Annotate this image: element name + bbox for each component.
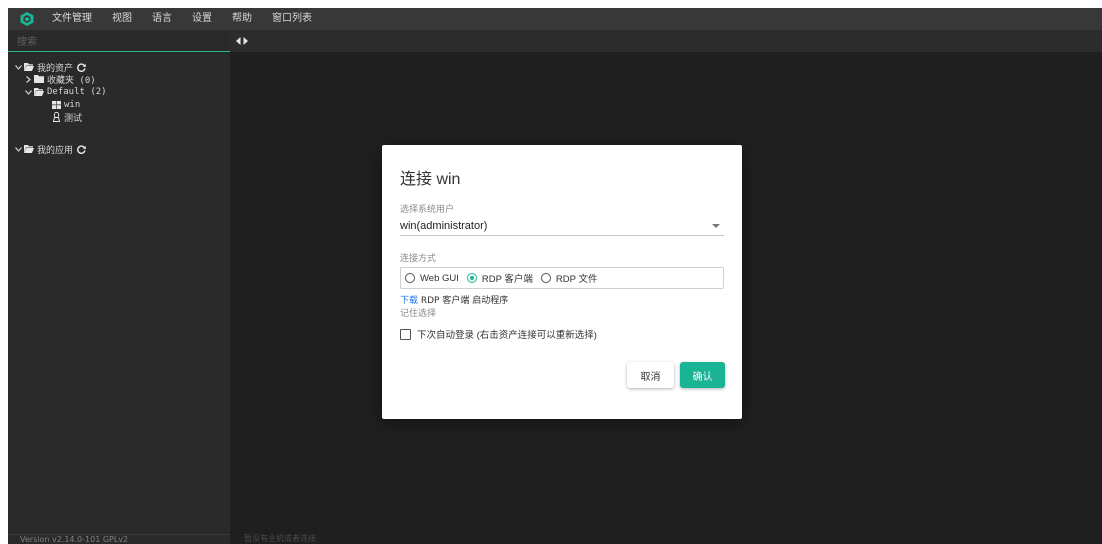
download-hint: 下载 RDP 客户端 启动程序 bbox=[400, 293, 508, 306]
cancel-button[interactable]: 取消 bbox=[627, 362, 674, 388]
refresh-icon[interactable] bbox=[77, 62, 86, 72]
method-label-rdp-client: RDP 客户端 bbox=[481, 274, 533, 285]
tree-label-test: 测试 bbox=[64, 113, 83, 124]
method-label-rdp-file: RDP 文件 bbox=[555, 274, 598, 285]
tree-label-win: win bbox=[64, 100, 81, 110]
dialog-title: 连接 win bbox=[400, 171, 461, 188]
jumpserver-logo-icon[interactable] bbox=[16, 8, 38, 30]
menu-help[interactable]: 帮助 bbox=[232, 8, 252, 30]
chevron-right-icon[interactable] bbox=[24, 75, 32, 83]
connect-method-label: 连接方式 bbox=[400, 254, 437, 264]
folder-open-icon bbox=[24, 63, 34, 71]
tree-label-favorites: 收藏夹 (0) bbox=[47, 75, 96, 86]
folder-open-icon bbox=[34, 88, 44, 96]
radio-rdp-file[interactable] bbox=[540, 273, 551, 283]
linux-icon bbox=[52, 112, 61, 122]
system-user-label: 选择系统用户 bbox=[400, 205, 455, 215]
folder-icon bbox=[34, 75, 44, 83]
tree-asset-win[interactable]: win bbox=[52, 99, 80, 111]
tree-asset-test[interactable]: 测试 bbox=[52, 111, 83, 124]
method-label-web-gui: Web GUI bbox=[420, 272, 459, 284]
version-footer: Version v2.14.0-101 GPLv2 bbox=[8, 534, 230, 544]
download-link[interactable]: 下载 bbox=[400, 296, 418, 306]
tree-node-favorites[interactable]: 收藏夹 (0) bbox=[24, 73, 96, 86]
method-option-rdp-file[interactable]: RDP 文件 bbox=[540, 271, 598, 285]
menu-view[interactable]: 视图 bbox=[112, 8, 132, 30]
method-option-rdp-client[interactable]: RDP 客户端 bbox=[466, 271, 533, 285]
menu-settings[interactable]: 设置 bbox=[192, 8, 212, 30]
caret-down-icon bbox=[712, 223, 720, 228]
tree-node-my-apps[interactable]: 我的应用 bbox=[14, 143, 86, 156]
menu-file-management[interactable]: 文件管理 bbox=[52, 8, 92, 30]
chevron-down-icon[interactable] bbox=[24, 89, 32, 95]
windows-icon bbox=[52, 101, 61, 109]
download-hint-text: RDP 客户端 启动程序 bbox=[418, 296, 509, 306]
tree-label-default: Default (2) bbox=[47, 87, 107, 97]
chevron-down-icon[interactable] bbox=[14, 146, 22, 152]
menu-window-list[interactable]: 窗口列表 bbox=[272, 8, 312, 30]
tree-node-default[interactable]: Default (2) bbox=[24, 86, 107, 98]
search-input[interactable] bbox=[17, 32, 217, 53]
tree-label-my-apps: 我的应用 bbox=[37, 145, 74, 156]
method-option-web-gui[interactable]: Web GUI bbox=[405, 273, 459, 284]
folder-open-icon bbox=[24, 145, 34, 153]
system-user-value: win(administrator) bbox=[400, 219, 488, 232]
chevron-down-icon[interactable] bbox=[14, 64, 22, 70]
auto-login-checkbox[interactable] bbox=[400, 328, 411, 340]
main-status-footer: 暂没有主机或者连接 bbox=[244, 534, 316, 543]
radio-web-gui[interactable] bbox=[405, 273, 415, 283]
collapse-toggle-icon[interactable] bbox=[234, 34, 250, 48]
system-user-select[interactable]: win(administrator) bbox=[400, 216, 724, 236]
menu-bar: 文件管理 视图 语言 设置 帮助 窗口列表 bbox=[8, 8, 1102, 30]
auto-login-option[interactable]: 下次自动登录 (右击资产连接可以重新选择) bbox=[400, 327, 597, 341]
refresh-icon[interactable] bbox=[77, 144, 86, 154]
radio-rdp-client[interactable] bbox=[466, 273, 477, 283]
asset-sidebar: 我的资产 收藏夹 (0) Default (2) bbox=[8, 30, 230, 544]
connect-method-group: Web GUI RDP 客户端 RDP 文件 bbox=[400, 267, 724, 289]
remember-choice-label: 记住选择 bbox=[400, 309, 437, 319]
search-box bbox=[8, 30, 230, 53]
menu-language[interactable]: 语言 bbox=[152, 8, 172, 30]
tab-bar bbox=[230, 30, 1102, 52]
tree-node-my-assets[interactable]: 我的资产 bbox=[14, 61, 86, 74]
connect-dialog: 连接 win 选择系统用户 win(administrator) 连接方式 We… bbox=[382, 145, 742, 419]
auto-login-label: 下次自动登录 (右击资产连接可以重新选择) bbox=[417, 330, 597, 341]
confirm-button[interactable]: 确认 bbox=[680, 362, 725, 388]
